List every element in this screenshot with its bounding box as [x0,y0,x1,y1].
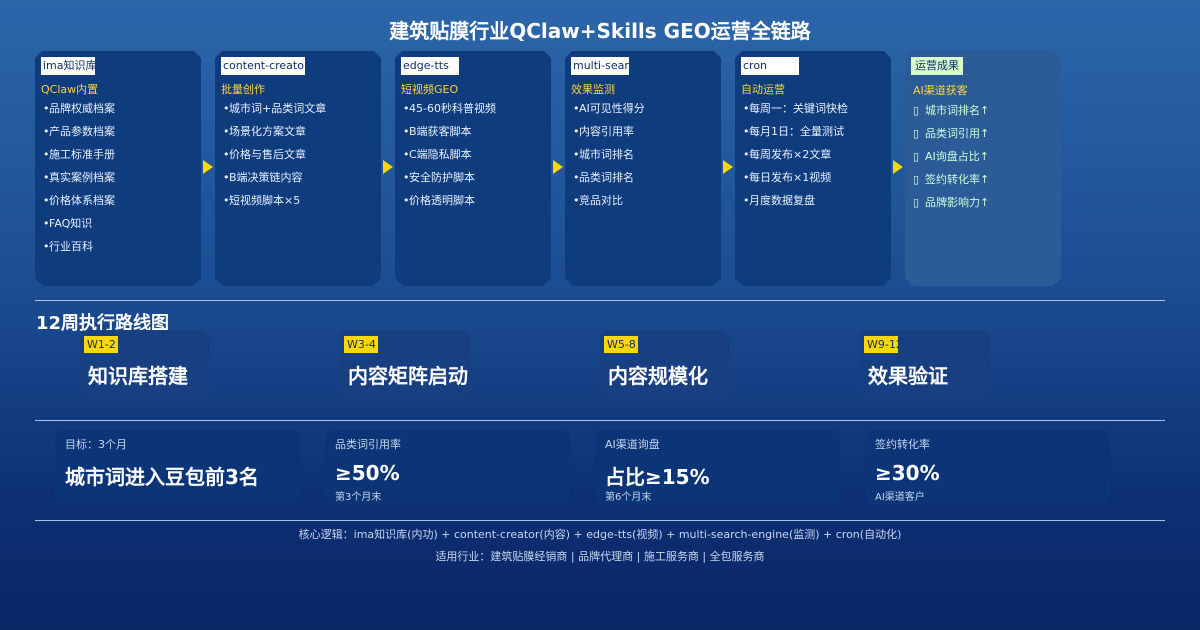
card-subtitle: 自动运营 [741,83,785,96]
pipeline-card-content-creator: content-creator 批量创作 •城市词+品类词文章 •场景化方案文章… [215,50,381,286]
list-item: •产品参数档案 [43,125,115,138]
card-items: •AI可见性得分 •内容引用率 •城市词排名 •品类词排名 •竞品对比 [573,101,645,216]
flow-arrow-icon [893,160,903,174]
list-item: •AI可见性得分 [573,102,645,115]
list-item: •行业百科 [43,240,93,253]
pipeline-card-multi-search: multi-search-engine 效果监测 •AI可见性得分 •内容引用率… [565,50,721,286]
flow-arrow-icon [553,160,563,174]
flow-arrow-icon [723,160,733,174]
goal-label: 签约转化率 [875,438,930,451]
pipeline-card-cron: cron 自动运营 •每周一：关键词快检 •每月1日：全量测试 •每周发布×2文… [735,50,891,286]
goal-label: 目标：3个月 [65,438,127,451]
goal-value: ≥50% [335,461,400,485]
goal-value: 城市词进入豆包前3名 [65,465,259,489]
week-label: 内容矩阵启动 [348,364,468,388]
list-item: ▯ 签约转化率↑ [913,173,990,186]
list-item: •安全防护脚本 [403,171,475,184]
list-item: ▯ 品牌影响力↑ [913,196,990,209]
goal-note: 第3个月末 [335,492,382,503]
box-icon: ▯ [913,150,920,163]
week-label: 知识库搭建 [88,364,188,388]
list-item: •竞品对比 [573,194,623,207]
list-item: •城市词+品类词文章 [223,102,327,115]
list-item: •45-60秒科普视频 [403,102,496,115]
list-item: •价格体系档案 [43,194,115,207]
list-item: ▯ 城市词排名↑ [913,104,990,117]
box-icon: ▯ [913,173,920,186]
roadmap-week-4: W9-12 效果验证 [860,330,990,400]
list-item: •场景化方案文章 [223,125,306,138]
list-item: •B端获客脚本 [403,125,472,138]
footer-industries: 适用行业：建筑贴膜经销商 | 品牌代理商 | 施工服务商 | 全包服务商 [435,550,765,563]
week-tag: W5-8 [604,336,638,353]
card-tag: content-creator [221,57,305,75]
list-item: •施工标准手册 [43,148,115,161]
list-item: •月度数据复盘 [743,194,815,207]
list-item: •品牌权威档案 [43,102,115,115]
list-item: •每月1日：全量测试 [743,125,844,138]
card-subtitle: 效果监测 [571,83,615,96]
divider [35,300,1165,301]
list-item: ▯ 品类词引用↑ [913,127,990,140]
week-tag: W9-12 [864,336,898,353]
goal-value: ≥30% [875,461,940,485]
card-items: •品牌权威档案 •产品参数档案 •施工标准手册 •真实案例档案 •价格体系档案 … [43,101,115,262]
card-tag: ima知识库 [41,57,95,75]
list-item: •真实案例档案 [43,171,115,184]
list-item: •价格透明脚本 [403,194,475,207]
pipeline-card-ima: ima知识库 QClaw内置 •品牌权威档案 •产品参数档案 •施工标准手册 •… [35,50,201,286]
card-items: •45-60秒科普视频 •B端获客脚本 •C端隐私脚本 •安全防护脚本 •价格透… [403,101,496,216]
goal-card: 品类词引用率 ≥50% 第3个月末 [325,430,570,504]
flow-arrow-icon [203,160,213,174]
card-subtitle: 短视频GEO [401,83,459,96]
box-icon: ▯ [913,104,920,117]
week-tag: W1-2 [84,336,118,353]
goal-label: 品类词引用率 [335,438,401,451]
page-title: 建筑贴膜行业QClaw+Skills GEO运营全链路 [389,19,811,43]
card-items: ▯ 城市词排名↑ ▯ 品类词引用↑ ▯ AI询盘占比↑ ▯ 签约转化率↑ ▯ 品牌影响力↑ [913,103,989,218]
box-icon: ▯ [913,127,920,140]
list-item: ▯ AI询盘占比↑ [913,150,989,163]
list-item: •C端隐私脚本 [403,148,472,161]
list-item: •每日发布×1视频 [743,171,832,184]
divider [35,520,1165,521]
week-tag: W3-4 [344,336,378,353]
list-item: •价格与售后文章 [223,148,306,161]
pipeline-card-results: 运营成果 AI渠道获客 ▯ 城市词排名↑ ▯ 品类词引用↑ ▯ AI询盘占比↑ ▯ 签约… [905,50,1061,286]
card-subtitle: AI渠道获客 [913,84,968,97]
footer-core-logic: 核心逻辑：ima知识库(内功) + content-creator(内容) + … [298,528,902,541]
list-item: •城市词排名 [573,148,634,161]
card-tag: 运营成果 [911,57,963,75]
goal-card: 目标：3个月 城市词进入豆包前3名 [55,430,300,504]
card-tag: cron [741,57,799,75]
goal-card: AI渠道询盘 占比≥15% 第6个月末 [595,430,840,504]
goal-value: 占比≥15% [605,465,710,489]
roadmap-week-1: W1-2 知识库搭建 [80,330,210,400]
list-item: •每周一：关键词快检 [743,102,848,115]
card-tag: multi-search-engine [571,57,629,75]
goal-card: 签约转化率 ≥30% AI渠道客户 [865,430,1110,504]
card-items: •每周一：关键词快检 •每月1日：全量测试 •每周发布×2文章 •每日发布×1视… [743,101,848,216]
goal-label: AI渠道询盘 [605,438,660,451]
list-item: •每周发布×2文章 [743,148,832,161]
list-item: •短视频脚本×5 [223,194,301,207]
week-label: 效果验证 [868,364,948,388]
divider [35,420,1165,421]
goal-note: AI渠道客户 [875,492,925,503]
goal-note: 第6个月末 [605,492,652,503]
list-item: •品类词排名 [573,171,634,184]
card-subtitle: QClaw内置 [41,83,99,96]
card-tag: edge-tts [401,57,459,75]
flow-arrow-icon [383,160,393,174]
week-label: 内容规模化 [608,364,708,388]
card-items: •城市词+品类词文章 •场景化方案文章 •价格与售后文章 •B端决策链内容 •短… [223,101,326,216]
list-item: •B端决策链内容 [223,171,303,184]
pipeline-card-edge-tts: edge-tts 短视频GEO •45-60秒科普视频 •B端获客脚本 •C端隐… [395,50,551,286]
list-item: •FAQ知识 [43,217,93,230]
box-icon: ▯ [913,196,920,209]
card-subtitle: 批量创作 [221,83,265,96]
roadmap-week-2: W3-4 内容矩阵启动 [340,330,470,400]
roadmap-week-3: W5-8 内容规模化 [600,330,730,400]
list-item: •内容引用率 [573,125,634,138]
